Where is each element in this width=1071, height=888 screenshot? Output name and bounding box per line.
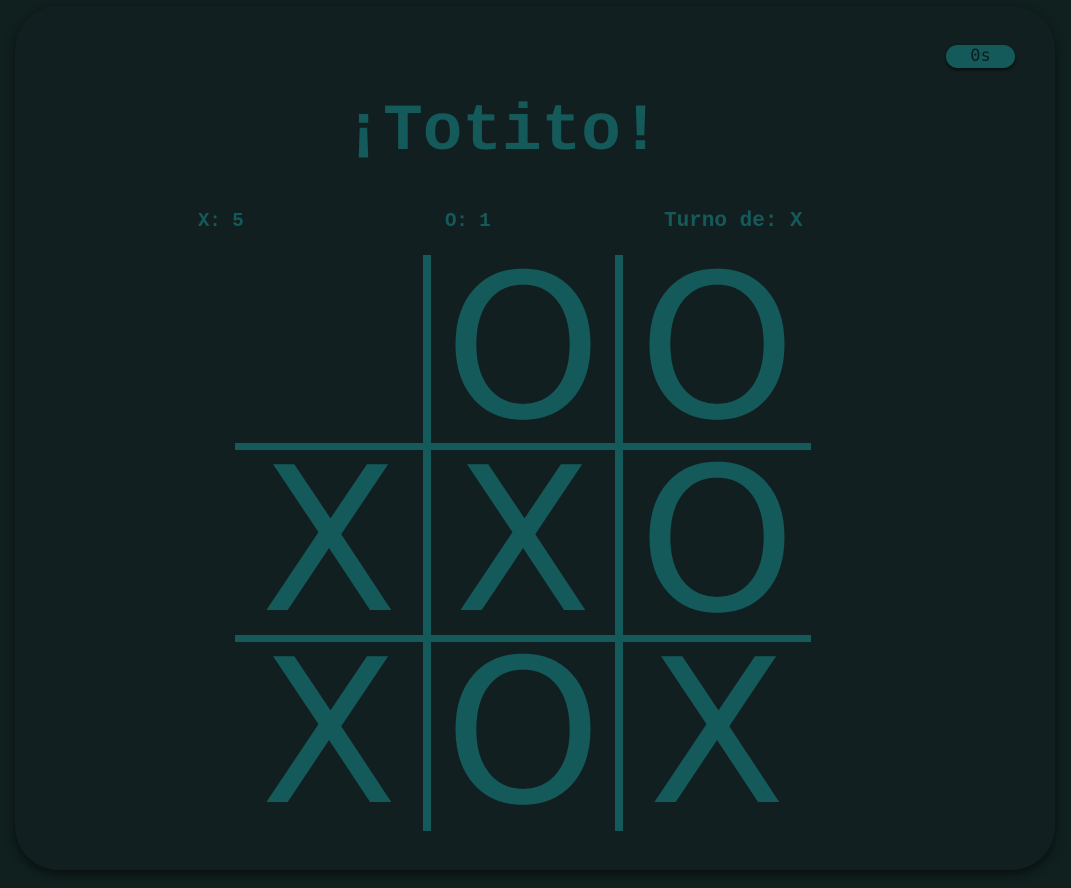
score-o: O: 1: [445, 210, 491, 232]
grid-line-vertical-2: [615, 255, 623, 831]
board-cell[interactable]: O: [625, 450, 809, 634]
turn-indicator: Turno de: X: [664, 210, 803, 233]
grid-line-horizontal-2: [235, 635, 811, 642]
page-title: ¡Totito!: [343, 94, 661, 169]
grid-line-horizontal-1: [235, 443, 811, 450]
game-board: O O X X O X O X: [235, 255, 811, 831]
board-cell[interactable]: X: [625, 642, 809, 826]
timer-badge[interactable]: 0s: [946, 45, 1015, 68]
board-cell[interactable]: O: [431, 642, 615, 826]
board-cell[interactable]: O: [431, 257, 615, 441]
score-x: X: 5: [198, 210, 244, 232]
grid-line-vertical-1: [423, 255, 431, 831]
board-cell[interactable]: X: [237, 450, 421, 634]
board-cell[interactable]: [237, 257, 421, 441]
board-cell[interactable]: O: [625, 257, 809, 441]
board-cell[interactable]: X: [431, 450, 615, 634]
board-cell[interactable]: X: [237, 642, 421, 826]
